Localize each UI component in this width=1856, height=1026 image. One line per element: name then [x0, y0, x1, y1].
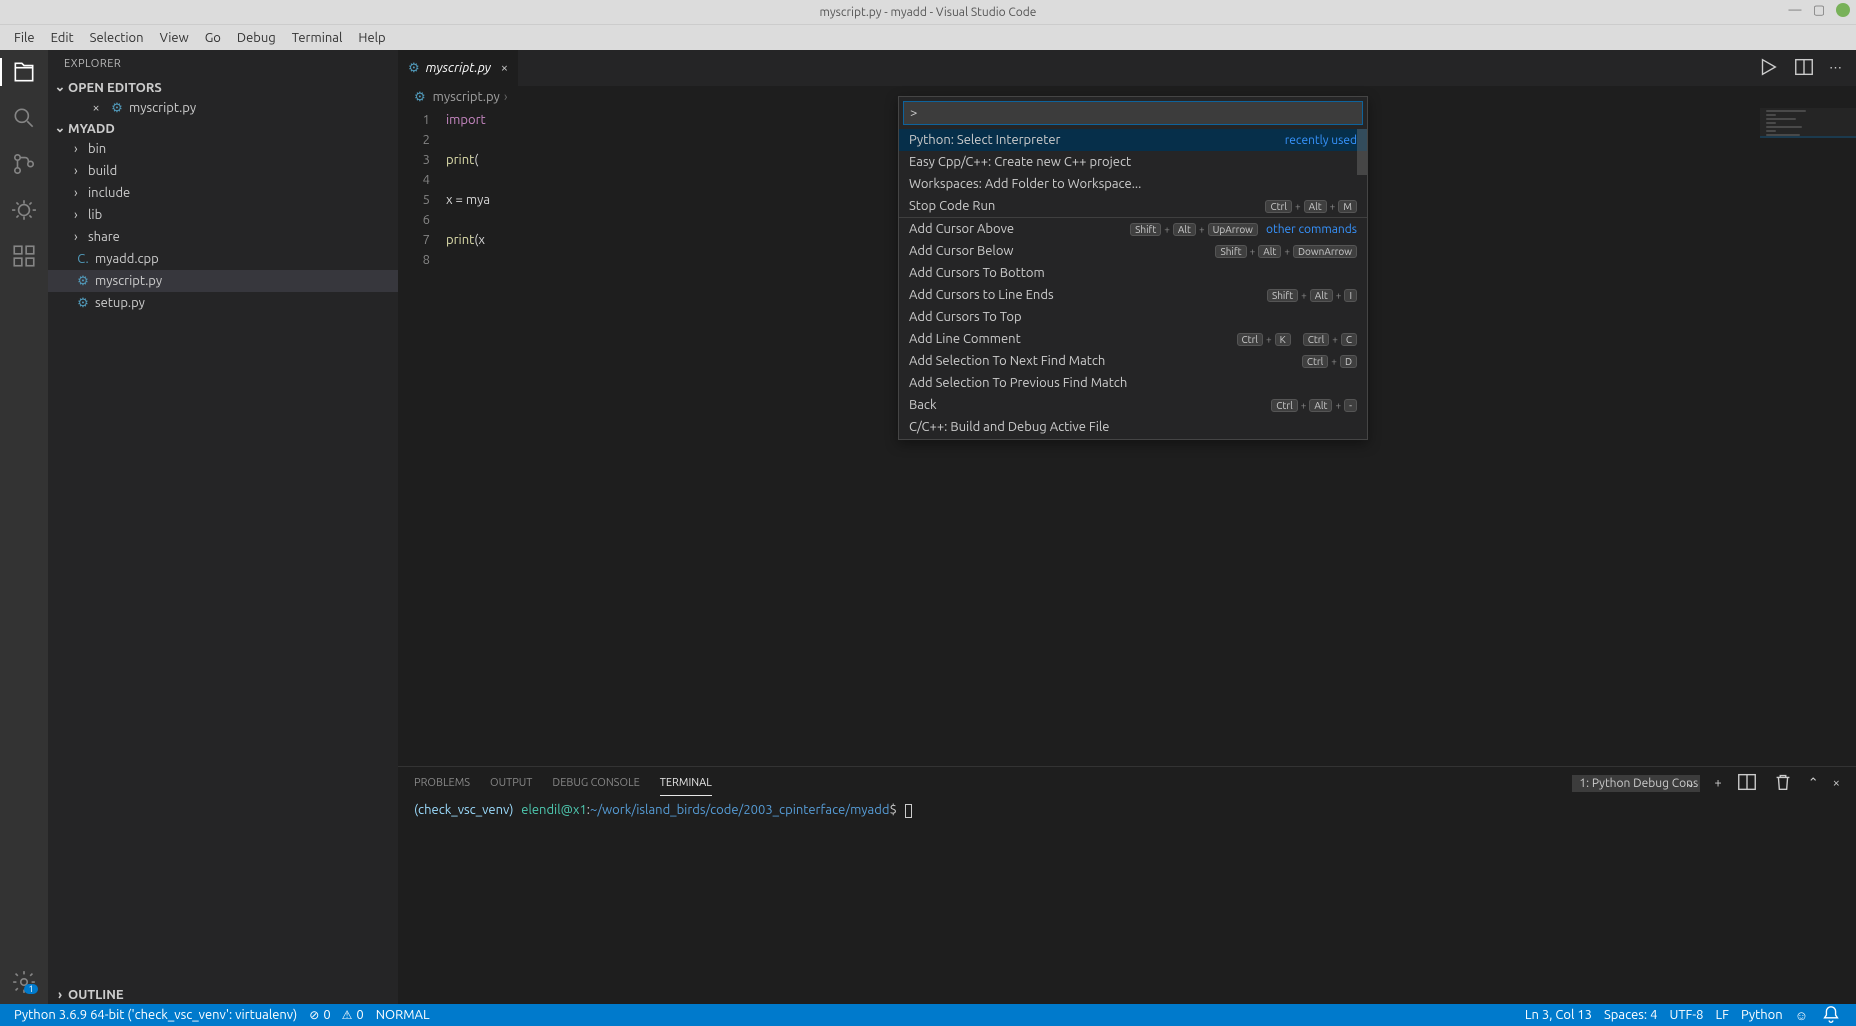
- open-editors-header[interactable]: ⌄OPEN EDITORS: [48, 78, 398, 97]
- menu-edit[interactable]: Edit: [43, 27, 82, 49]
- palette-item[interactable]: Python: Select Interpreterrecently used: [899, 129, 1367, 151]
- new-terminal-icon[interactable]: +: [1714, 776, 1721, 790]
- tree-item-bin[interactable]: ›bin: [48, 138, 398, 160]
- menu-terminal[interactable]: Terminal: [284, 27, 351, 49]
- search-icon[interactable]: [10, 104, 38, 132]
- menu-debug[interactable]: Debug: [229, 27, 284, 49]
- status-position[interactable]: Ln 3, Col 13: [1519, 1008, 1598, 1022]
- close-panel-icon[interactable]: ×: [1833, 776, 1840, 790]
- palette-item[interactable]: Add Line CommentCtrl+K Ctrl+C: [899, 328, 1367, 350]
- kill-terminal-icon[interactable]: [1772, 771, 1794, 796]
- menu-file[interactable]: File: [6, 27, 43, 49]
- menu-help[interactable]: Help: [350, 27, 393, 49]
- panel-tab-terminal[interactable]: TERMINAL: [660, 771, 712, 796]
- palette-item[interactable]: Add Cursor AboveShift+Alt+UpArrowother c…: [899, 218, 1367, 240]
- tree-item-myscript-py[interactable]: ⚙ myscript.py: [48, 270, 398, 292]
- editor-tabs: ⚙myscript.py× ⋯: [398, 50, 1856, 86]
- settings-icon[interactable]: 1: [10, 968, 38, 996]
- minimap[interactable]: [1760, 108, 1856, 766]
- palette-item[interactable]: Add Cursors To Bottom: [899, 262, 1367, 284]
- status-feedback[interactable]: ☺: [1789, 1008, 1814, 1023]
- menu-view[interactable]: View: [152, 27, 197, 49]
- palette-item[interactable]: Stop Code RunCtrl+Alt+M: [899, 195, 1367, 217]
- panel-tab-debug-console[interactable]: DEBUG CONSOLE: [552, 771, 639, 795]
- split-editor-icon[interactable]: [1793, 56, 1815, 81]
- palette-item[interactable]: Add Selection To Previous Find Match: [899, 372, 1367, 394]
- status-bar: Python 3.6.9 64-bit ('check_vsc_venv': v…: [0, 1004, 1856, 1026]
- palette-item[interactable]: Add Cursors To Top: [899, 306, 1367, 328]
- status-eol[interactable]: LF: [1710, 1008, 1735, 1022]
- palette-scrollbar[interactable]: [1357, 129, 1367, 175]
- palette-item[interactable]: BackCtrl+Alt+-: [899, 394, 1367, 416]
- outline-header[interactable]: ›OUTLINE: [48, 986, 398, 1004]
- debug-icon[interactable]: [10, 196, 38, 224]
- explorer-icon[interactable]: [10, 58, 38, 86]
- status-spaces[interactable]: Spaces: 4: [1598, 1008, 1663, 1022]
- sidebar-title: EXPLORER: [48, 50, 398, 78]
- terminal[interactable]: (check_vsc_venv) elendil@x1:~/work/islan…: [398, 799, 1856, 1004]
- bottom-panel: PROBLEMS OUTPUT DEBUG CONSOLE TERMINAL 1…: [398, 766, 1856, 1004]
- status-language[interactable]: Python: [1735, 1008, 1789, 1022]
- tree-item-build[interactable]: ›build: [48, 160, 398, 182]
- menu-go[interactable]: Go: [197, 27, 229, 49]
- tree-item-include[interactable]: ›include: [48, 182, 398, 204]
- panel-tab-output[interactable]: OUTPUT: [490, 771, 532, 795]
- palette-item[interactable]: Add Selection To Next Find MatchCtrl+D: [899, 350, 1367, 372]
- palette-item[interactable]: Add Cursor BelowShift+Alt+DownArrow: [899, 240, 1367, 262]
- editor-tab[interactable]: ⚙myscript.py×: [398, 50, 519, 86]
- more-icon[interactable]: ⋯: [1829, 61, 1842, 76]
- folder-header[interactable]: ⌄MYADD: [48, 119, 398, 138]
- status-mode[interactable]: NORMAL: [370, 1008, 436, 1022]
- status-interpreter[interactable]: Python 3.6.9 64-bit ('check_vsc_venv': v…: [8, 1008, 303, 1022]
- split-terminal-icon[interactable]: [1736, 771, 1758, 796]
- extensions-icon[interactable]: [10, 242, 38, 270]
- open-editor-item[interactable]: ×⚙ myscript.py: [48, 97, 398, 119]
- tree-item-share[interactable]: ›share: [48, 226, 398, 248]
- close-icon[interactable]: ×: [88, 101, 104, 115]
- command-palette: Python: Select Interpreterrecently usedE…: [898, 96, 1368, 440]
- source-control-icon[interactable]: [10, 150, 38, 178]
- palette-item[interactable]: Workspaces: Add Folder to Workspace...: [899, 173, 1367, 195]
- tree-item-setup-py[interactable]: ⚙ setup.py: [48, 292, 398, 314]
- menu-bar: File Edit Selection View Go Debug Termin…: [0, 24, 1856, 50]
- palette-item[interactable]: C/C++: Change Configuration Provider...: [899, 438, 1367, 439]
- maximize-button[interactable]: ▢: [1812, 3, 1826, 17]
- tree-item-lib[interactable]: ›lib: [48, 204, 398, 226]
- close-tab-icon[interactable]: ×: [501, 61, 508, 75]
- panel-tab-problems[interactable]: PROBLEMS: [414, 771, 470, 795]
- activity-bar: 1: [0, 50, 48, 1004]
- close-button[interactable]: [1836, 3, 1850, 17]
- palette-item[interactable]: Easy Cpp/C++: Create new C++ project: [899, 151, 1367, 173]
- tree-item-myadd-cpp[interactable]: C. myadd.cpp: [48, 248, 398, 270]
- window-title: myscript.py - myadd - Visual Studio Code: [820, 6, 1037, 19]
- settings-badge: 1: [24, 984, 37, 994]
- editor-area: ⚙myscript.py× ⋯ ⚙ myscript.py› 12345678 …: [398, 50, 1856, 1004]
- status-bell-icon[interactable]: [1814, 1004, 1848, 1026]
- terminal-select[interactable]: 1: Python Debug Conso: [1572, 775, 1700, 792]
- minimize-button[interactable]: —: [1788, 3, 1802, 17]
- sidebar: EXPLORER ⌄OPEN EDITORS ×⚙ myscript.py ⌄M…: [48, 50, 398, 1004]
- status-problems[interactable]: ⊘0 ⚠0: [303, 1008, 370, 1022]
- menu-selection[interactable]: Selection: [82, 27, 152, 49]
- maximize-panel-icon[interactable]: ⌃: [1808, 776, 1819, 791]
- palette-item[interactable]: C/C++: Build and Debug Active File: [899, 416, 1367, 438]
- palette-item[interactable]: Add Cursors to Line EndsShift+Alt+I: [899, 284, 1367, 306]
- run-icon[interactable]: [1757, 56, 1779, 81]
- command-palette-input[interactable]: [903, 101, 1363, 125]
- title-bar: myscript.py - myadd - Visual Studio Code…: [0, 0, 1856, 24]
- status-encoding[interactable]: UTF-8: [1663, 1008, 1709, 1022]
